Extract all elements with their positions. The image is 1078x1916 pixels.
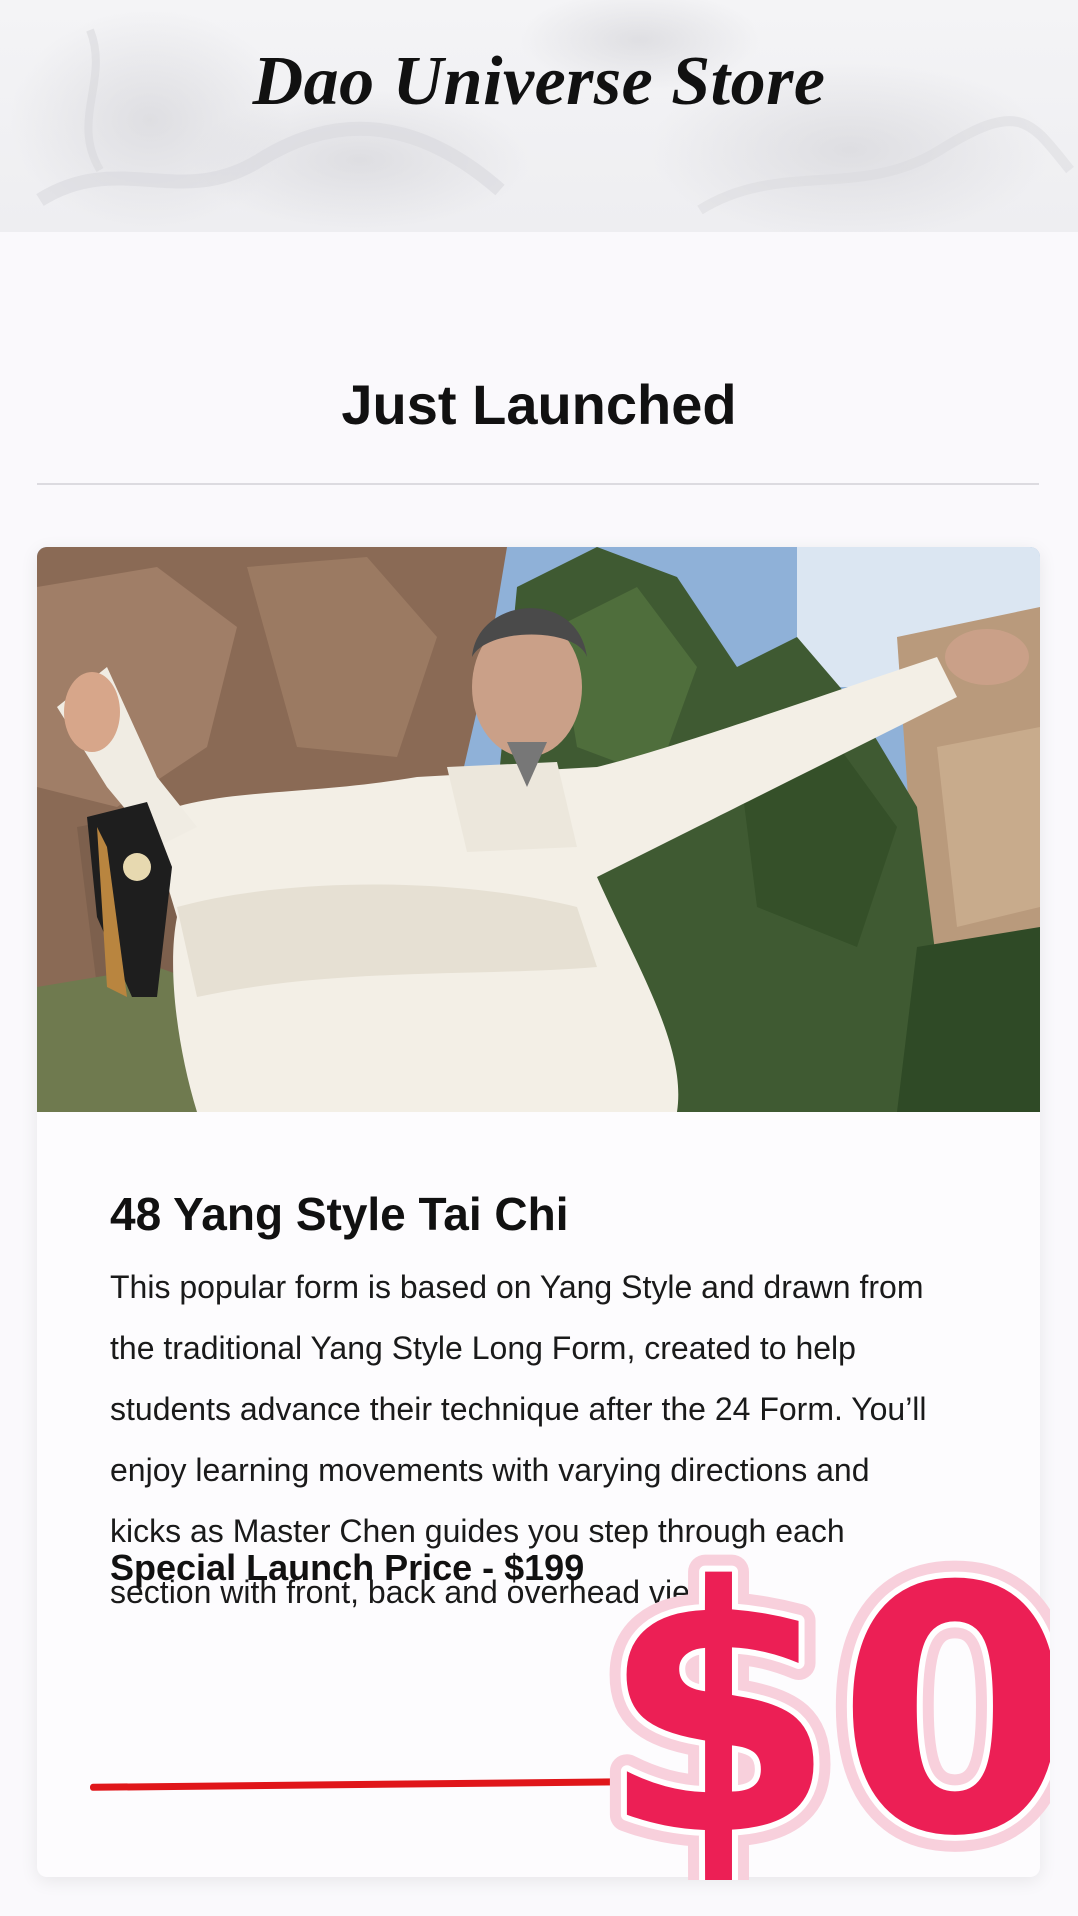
section-divider <box>37 483 1039 485</box>
free-price-badge: $0 $0 <box>590 1500 1050 1880</box>
tai-chi-master-photo[interactable] <box>37 547 1040 1112</box>
old-price-label: Special Launch Price - $199 <box>110 1547 585 1588</box>
price-value: $0 <box>600 1515 1050 1880</box>
store-title: Dao Universe Store <box>252 43 826 120</box>
page: Dao Universe Store Just Launched 48 Yang… <box>0 0 1078 1916</box>
store-header: Dao Universe Store <box>0 0 1078 232</box>
product-title[interactable]: 48 Yang Style Tai Chi <box>110 1187 568 1241</box>
section-title: Just Launched <box>341 373 737 436</box>
